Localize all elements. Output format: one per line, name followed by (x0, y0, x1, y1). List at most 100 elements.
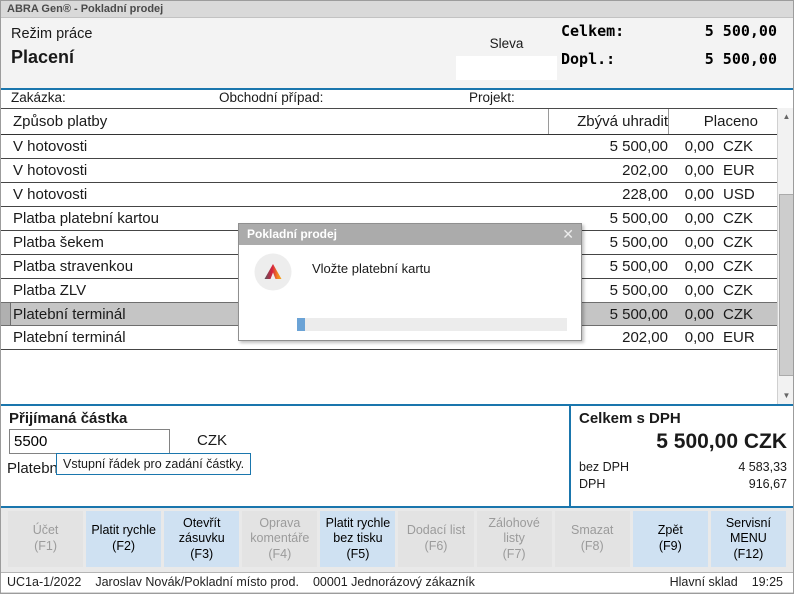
button-key: (F7) (503, 547, 526, 563)
function-button-bar: Účet(F1)Platit rychle(F2)Otevřít zásuvku… (1, 508, 793, 572)
currency-code: USD (714, 186, 764, 203)
button-key: (F9) (659, 539, 682, 555)
button-label: Otevřít zásuvku (164, 516, 239, 547)
paid-amount: 0,00 (668, 138, 714, 155)
currency-code: CZK (714, 258, 764, 275)
button-label: Servisní MENU (711, 516, 786, 547)
column-header-method[interactable]: Způsob platby (1, 113, 548, 130)
payment-method: V hotovosti (1, 138, 548, 155)
function-button-f6: Dodací list(F6) (398, 511, 473, 567)
vat-label: DPH (579, 477, 605, 491)
window-title: ABRA Gen® - Pokladní prodej (7, 3, 163, 15)
window-titlebar: ABRA Gen® - Pokladní prodej (1, 1, 793, 18)
close-icon[interactable]: ✕ (562, 224, 574, 245)
button-key: (F2) (112, 539, 135, 555)
total-label: Celkem: (561, 22, 624, 40)
without-vat-label: bez DPH (579, 460, 629, 474)
function-button-f2[interactable]: Platit rychle(F2) (86, 511, 161, 567)
reference-row: Zakázka: Obchodní případ: Projekt: (1, 90, 793, 108)
function-button-f1: Účet(F1) (8, 511, 83, 567)
paid-amount: 0,00 (668, 306, 714, 323)
amount-currency-label: CZK (197, 432, 227, 449)
paid-amount: 0,00 (668, 186, 714, 203)
table-scrollbar[interactable]: ▲ ▼ (777, 108, 794, 404)
discount-label: Sleva (456, 36, 557, 51)
totals-panel: Celkem s DPH 5 500,00 CZK bez DPH 4 583,… (569, 406, 794, 506)
button-label: Zpět (658, 523, 683, 539)
dialog-titlebar: Pokladní prodej ✕ (239, 224, 581, 245)
paid-amount: 0,00 (668, 234, 714, 251)
status-warehouse: Hlavní sklad (670, 575, 738, 589)
dialog-message: Vložte platební kartu (312, 261, 431, 276)
table-header: Způsob platby Zbývá uhradit Placeno (1, 109, 777, 135)
discount-field[interactable] (456, 56, 557, 80)
abra-logo-icon (254, 253, 292, 291)
function-button-f4: Oprava komentáře(F4) (242, 511, 317, 567)
function-button-f9[interactable]: Zpět(F9) (633, 511, 708, 567)
received-amount-label: Přijímaná částka (9, 410, 127, 427)
column-header-remaining[interactable]: Zbývá uhradit (548, 109, 668, 134)
paid-amount: 0,00 (668, 162, 714, 179)
scrollbar-thumb[interactable] (779, 194, 794, 376)
paid-amount: 0,00 (668, 282, 714, 299)
project-label: Projekt: (469, 90, 515, 105)
due-value: 5 500,00 (705, 50, 777, 68)
function-button-f5[interactable]: Platit rychle bez tisku(F5) (320, 511, 395, 567)
function-button-f12[interactable]: Servisní MENU(F12) (711, 511, 786, 567)
vat-value: 916,67 (749, 477, 787, 491)
currency-code: CZK (714, 210, 764, 227)
payment-method: V hotovosti (1, 162, 548, 179)
button-label: Dodací list (407, 523, 465, 539)
header-totals: Celkem: 5 500,00 Dopl.: 5 500,00 (561, 22, 777, 78)
status-customer: 00001 Jednorázový zákazník (313, 575, 475, 589)
button-key: (F6) (425, 539, 448, 555)
status-user: Jaroslav Novák/Pokladní místo prod. (95, 575, 299, 589)
progress-chunk (297, 318, 305, 331)
currency-code: CZK (714, 282, 764, 299)
button-key: (F3) (190, 547, 213, 563)
table-row[interactable]: V hotovosti202,000,00EUR (1, 159, 777, 183)
paid-amount: 0,00 (668, 329, 714, 346)
remaining-amount: 228,00 (548, 186, 668, 203)
currency-code: CZK (714, 234, 764, 251)
button-key: (F1) (34, 539, 57, 555)
payment-entry-panel: Přijímaná částka CZK Platební terminál V… (1, 406, 793, 506)
currency-code: CZK (714, 138, 764, 155)
paid-amount: 0,00 (668, 258, 714, 275)
button-key: (F8) (581, 539, 604, 555)
paid-amount: 0,00 (668, 210, 714, 227)
status-document: UC1a-1/2022 (7, 575, 81, 589)
button-key: (F4) (268, 547, 291, 563)
function-button-f3[interactable]: Otevřít zásuvku(F3) (164, 511, 239, 567)
amount-input-tooltip: Vstupní řádek pro zadání částky. (56, 453, 251, 475)
scroll-down-icon[interactable]: ▼ (778, 387, 794, 404)
scroll-up-icon[interactable]: ▲ (778, 108, 794, 125)
dialog-progressbar (297, 318, 567, 331)
column-header-paid[interactable]: Placeno (668, 109, 764, 134)
header-panel: Režim práce Placení Sleva Celkem: 5 500,… (1, 18, 793, 90)
remaining-amount: 202,00 (548, 162, 668, 179)
button-label: Účet (33, 523, 59, 539)
payment-terminal-dialog: Pokladní prodej ✕ Vložte platební kartu (238, 223, 582, 341)
without-vat-value: 4 583,33 (738, 460, 787, 474)
total-with-vat: 5 500,00 CZK (579, 430, 787, 454)
remaining-amount: 5 500,00 (548, 138, 668, 155)
status-time: 19:25 (752, 575, 783, 589)
due-label: Dopl.: (561, 50, 615, 68)
currency-code: EUR (714, 162, 764, 179)
order-label: Zakázka: (11, 90, 66, 105)
button-key: (F12) (733, 547, 763, 563)
currency-code: CZK (714, 306, 764, 323)
button-label: Platit rychle bez tisku (320, 516, 395, 547)
work-mode-value: Placení (11, 47, 74, 68)
button-label: Zálohové listy (477, 516, 552, 547)
received-amount-input[interactable] (9, 429, 170, 454)
currency-code: EUR (714, 329, 764, 346)
work-mode-label: Režim práce (11, 26, 92, 42)
table-row[interactable]: V hotovosti5 500,000,00CZK (1, 135, 777, 159)
function-button-f7: Zálohové listy(F7) (477, 511, 552, 567)
button-label: Oprava komentáře (242, 516, 317, 547)
payment-method: V hotovosti (1, 186, 548, 203)
app-window: ABRA Gen® - Pokladní prodej Režim práce … (0, 0, 794, 594)
table-row[interactable]: V hotovosti228,000,00USD (1, 183, 777, 207)
